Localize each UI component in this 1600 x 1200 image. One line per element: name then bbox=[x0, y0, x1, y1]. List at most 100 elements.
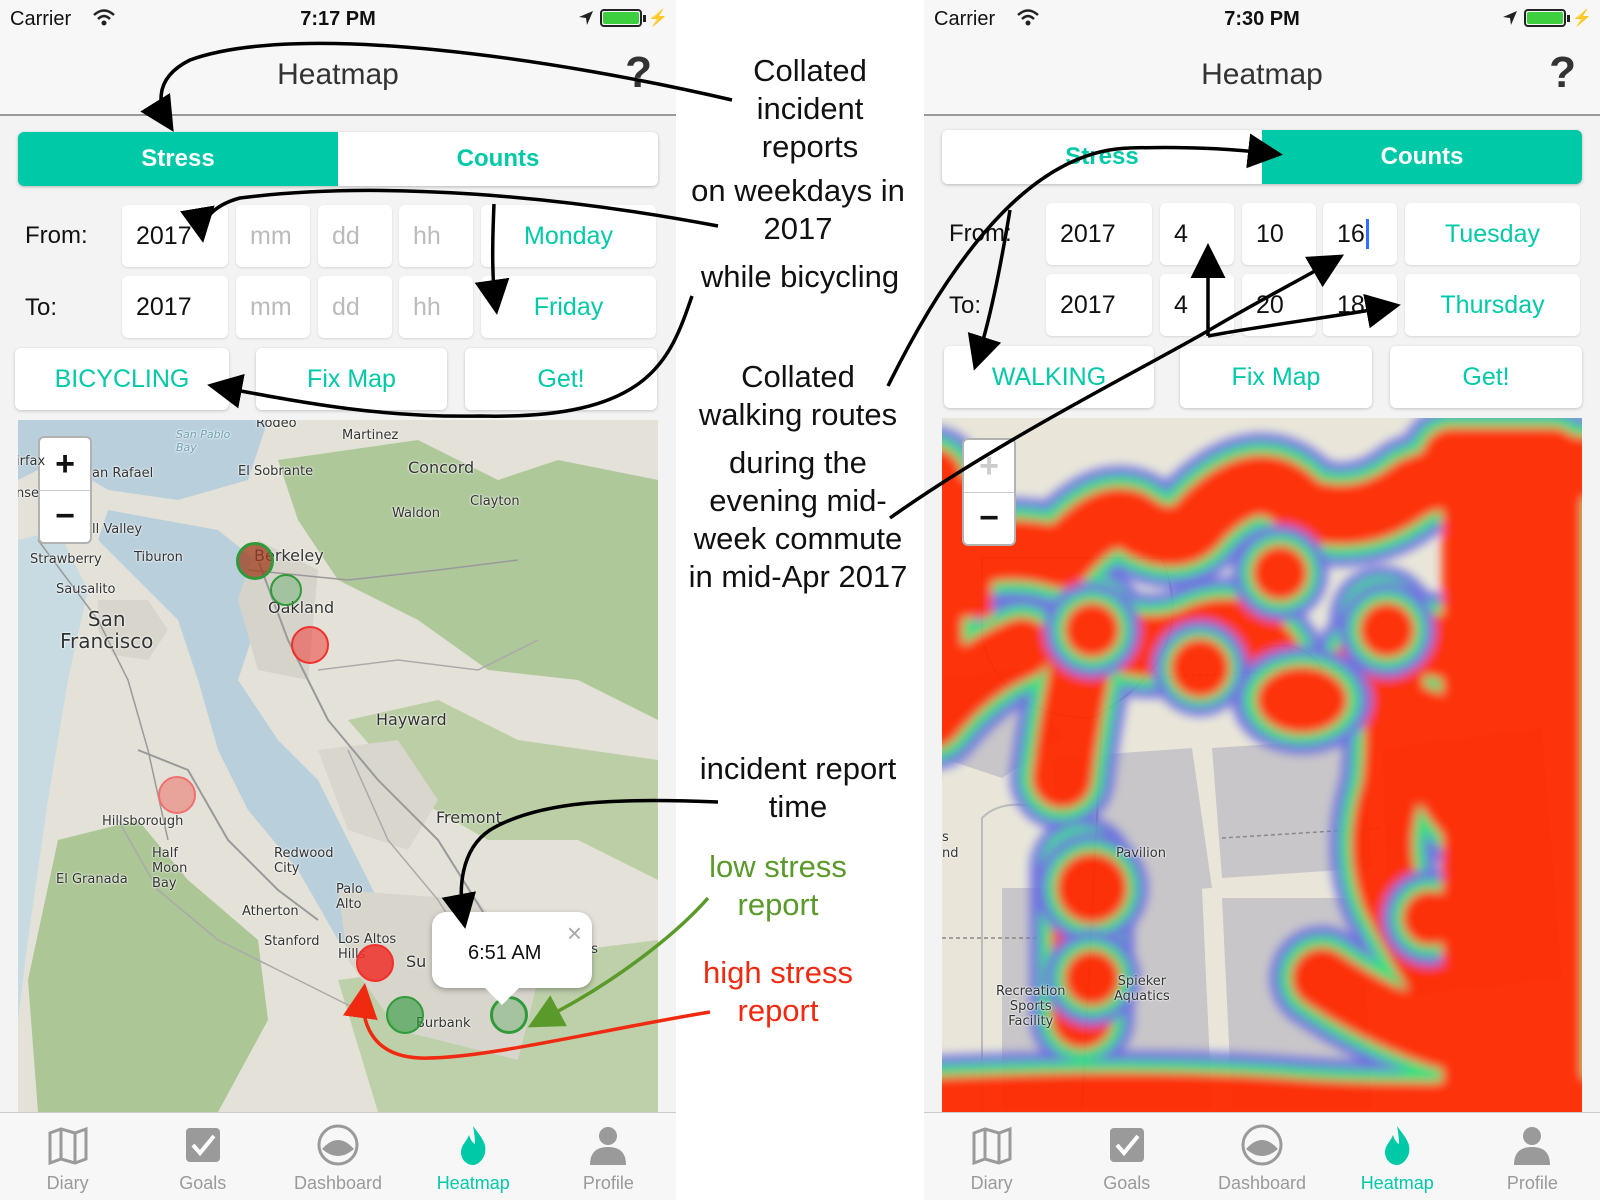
map-popup: 6:51 AM × bbox=[432, 912, 592, 1005]
to-day-field[interactable]: dd bbox=[318, 276, 392, 338]
tab-label: Goals bbox=[179, 1173, 227, 1193]
to-hour-field[interactable]: hh bbox=[399, 276, 473, 338]
tab-bar: Diary Goals Dashboard Heatmap Profile bbox=[0, 1112, 676, 1200]
to-day-field[interactable]: 20 bbox=[1242, 274, 1316, 336]
to-year-field[interactable]: 2017 bbox=[122, 276, 228, 338]
flame-icon bbox=[461, 1126, 486, 1165]
help-icon[interactable]: ? bbox=[625, 48, 652, 98]
to-weekday-button[interactable]: Thursday bbox=[1405, 274, 1580, 336]
tab-goals[interactable]: Goals bbox=[135, 1113, 270, 1200]
tab-diary[interactable]: Diary bbox=[924, 1113, 1059, 1200]
zoom-in-button[interactable]: + bbox=[964, 440, 1014, 492]
status-bar: Carrier 7:30 PM ⚡ bbox=[924, 0, 1600, 38]
from-hour-field[interactable]: hh bbox=[399, 205, 473, 267]
to-year-field[interactable]: 2017 bbox=[1046, 274, 1152, 336]
from-label: From: bbox=[25, 222, 88, 249]
charging-icon: ⚡ bbox=[1572, 10, 1592, 27]
popup-close-icon[interactable]: × bbox=[567, 918, 582, 949]
tab-dashboard[interactable]: Dashboard bbox=[1194, 1113, 1329, 1200]
map-label-redwood-city: Redwood City bbox=[274, 846, 334, 876]
to-month-field[interactable]: mm bbox=[236, 276, 310, 338]
tab-diary[interactable]: Diary bbox=[0, 1113, 135, 1200]
campus-heatmap[interactable]: Pavilion Recreation Sports Facility Spie… bbox=[942, 418, 1582, 1112]
page-title: Heatmap bbox=[1201, 58, 1323, 91]
page-title: Heatmap bbox=[277, 58, 399, 91]
location-arrow-icon bbox=[1503, 11, 1518, 25]
tab-counts[interactable]: Counts bbox=[338, 132, 658, 186]
annotation-high-stress: high stress report bbox=[703, 955, 853, 1028]
tab-stress[interactable]: Stress bbox=[18, 132, 338, 186]
tab-dashboard[interactable]: Dashboard bbox=[270, 1113, 405, 1200]
from-day-field[interactable]: 10 bbox=[1242, 203, 1316, 265]
get-button[interactable]: Get! bbox=[465, 348, 657, 410]
get-button[interactable]: Get! bbox=[1390, 346, 1582, 408]
map-label-fairfax: irfax bbox=[18, 454, 46, 469]
tab-profile[interactable]: Profile bbox=[1465, 1113, 1600, 1200]
popup-time: 6:51 AM bbox=[468, 942, 542, 964]
from-year-field[interactable]: 2017 bbox=[1046, 203, 1152, 265]
fix-map-button[interactable]: Fix Map bbox=[1180, 346, 1372, 408]
tab-profile[interactable]: Profile bbox=[541, 1113, 676, 1200]
status-bar: Carrier 7:17 PM ⚡ bbox=[0, 0, 676, 38]
mode-button[interactable]: BICYCLING bbox=[15, 348, 229, 410]
to-weekday-button[interactable]: Friday bbox=[481, 276, 656, 338]
annotation-collated-walking: Collated walking routes bbox=[698, 359, 898, 432]
charging-icon: ⚡ bbox=[648, 10, 668, 27]
battery-icon bbox=[600, 9, 647, 27]
map-label-concord: Concord bbox=[408, 458, 475, 477]
map-label-spieker-aquatics: Spieker Aquatics bbox=[1114, 974, 1170, 1004]
tab-label: Heatmap bbox=[1360, 1173, 1434, 1193]
nav-bar: Heatmap ? bbox=[924, 38, 1600, 116]
stress-report-marker[interactable] bbox=[236, 542, 274, 580]
to-month-field[interactable]: 4 bbox=[1160, 274, 1234, 336]
low-stress-marker[interactable] bbox=[490, 996, 528, 1034]
from-month-field[interactable]: 4 bbox=[1160, 203, 1234, 265]
map-label-edge-nd: nd bbox=[942, 846, 959, 861]
tab-label: Dashboard bbox=[1217, 1173, 1307, 1193]
to-hour-field[interactable]: 18 bbox=[1323, 274, 1397, 336]
tab-goals[interactable]: Goals bbox=[1059, 1113, 1194, 1200]
map-label-atherton: Atherton bbox=[242, 904, 299, 919]
map-label-el-sobrante: El Sobrante bbox=[238, 464, 314, 479]
from-year-field[interactable]: 2017 bbox=[122, 205, 228, 267]
map-label-stanford: Stanford bbox=[264, 934, 320, 949]
tab-counts[interactable]: Counts bbox=[1262, 130, 1582, 184]
from-day-field[interactable]: dd bbox=[318, 205, 392, 267]
from-weekday-button[interactable]: Monday bbox=[481, 205, 656, 267]
from-month-field[interactable]: mm bbox=[236, 205, 310, 267]
to-label: To: bbox=[949, 292, 982, 319]
tab-heatmap[interactable]: Heatmap bbox=[406, 1113, 541, 1200]
from-weekday-button[interactable]: Tuesday bbox=[1405, 203, 1580, 265]
zoom-out-button[interactable]: − bbox=[964, 492, 1014, 544]
mode-button[interactable]: WALKING bbox=[944, 346, 1154, 408]
flame-icon bbox=[1385, 1126, 1410, 1165]
high-stress-marker[interactable] bbox=[291, 626, 329, 664]
gauge-icon bbox=[317, 1124, 359, 1166]
tab-stress[interactable]: Stress bbox=[942, 130, 1262, 184]
tab-bar: Diary Goals Dashboard Heatmap Profile bbox=[924, 1112, 1600, 1200]
fix-map-button[interactable]: Fix Map bbox=[256, 348, 447, 410]
zoom-out-button[interactable]: − bbox=[40, 490, 90, 542]
help-icon[interactable]: ? bbox=[1549, 48, 1576, 98]
map-label-tiburon: Tiburon bbox=[134, 550, 183, 565]
tab-label: Profile bbox=[1506, 1173, 1558, 1193]
map-icon bbox=[972, 1126, 1012, 1166]
map-label-clayton: Clayton bbox=[470, 494, 520, 509]
annotation-collated-incidents: Collated incident reports bbox=[753, 53, 867, 164]
tab-label: Dashboard bbox=[293, 1173, 383, 1193]
map-zoom-control: + − bbox=[38, 436, 92, 544]
annotation-bicycling: while bicycling bbox=[700, 259, 900, 294]
from-hour-field[interactable]: 16 bbox=[1323, 203, 1397, 265]
location-arrow-icon bbox=[579, 11, 594, 25]
high-stress-marker[interactable] bbox=[158, 776, 196, 814]
tab-heatmap[interactable]: Heatmap bbox=[1330, 1113, 1465, 1200]
map-label-su: Su bbox=[406, 952, 427, 971]
bay-area-map[interactable]: + − Rodeo Martinez San Pablo Bay irfax n… bbox=[18, 420, 658, 1112]
map-label-waldon: Waldon bbox=[392, 506, 441, 521]
high-stress-marker[interactable] bbox=[356, 944, 394, 982]
stress-counts-segmented-control: Stress Counts bbox=[18, 132, 658, 186]
low-stress-marker[interactable] bbox=[270, 574, 302, 606]
zoom-in-button[interactable]: + bbox=[40, 438, 90, 490]
annotation-weekdays: on weekdays in 2017 bbox=[691, 173, 905, 246]
low-stress-marker[interactable] bbox=[386, 996, 424, 1034]
